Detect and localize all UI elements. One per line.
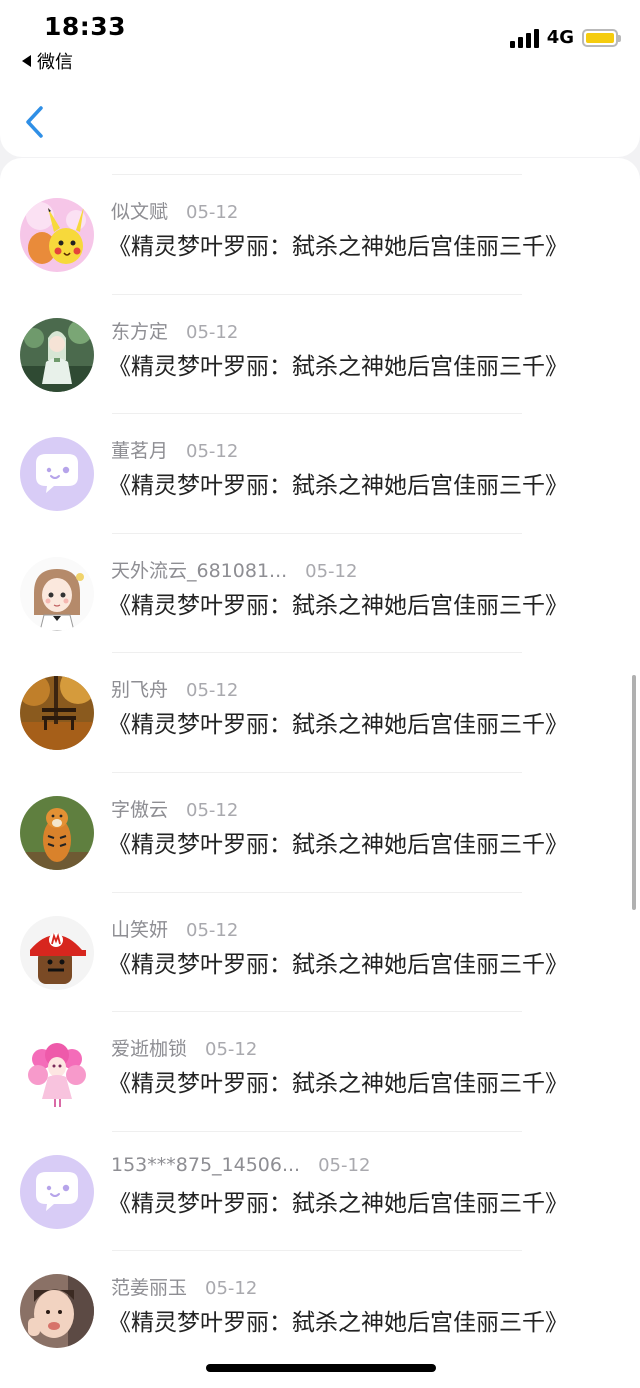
top-bar: 18:33 微信 4G: [0, 0, 640, 157]
avatar[interactable]: [20, 1154, 94, 1229]
user-name[interactable]: 董茗月 05-12: [111, 436, 238, 463]
list-item[interactable]: 范姜丽玉 05-12 《精灵梦叶罗丽：弑杀之神她后宫佳丽三千》: [0, 1250, 640, 1369]
avatar[interactable]: [20, 1274, 94, 1349]
list-item[interactable]: 爱逝枷锁 05-12 《精灵梦叶罗丽：弑杀之神她后宫佳丽三千》: [0, 1011, 640, 1130]
message-date: 05-12: [186, 680, 239, 702]
message-date: 05-12: [205, 1278, 258, 1300]
avatar[interactable]: [20, 796, 94, 870]
message-date: 05-12: [205, 1039, 258, 1061]
signal-icon: [509, 28, 539, 48]
list-item[interactable]: 天外流云_681081... 05-12 《精灵梦叶罗丽：弑杀之神她后宫佳丽三千》: [0, 533, 640, 652]
screen: 18:33 微信 4G 似文赋 05-12 《精灵梦叶罗丽：弑杀之神她后宫佳丽三千》…: [0, 0, 640, 1388]
user-name[interactable]: 东方定 05-12: [111, 317, 238, 344]
home-indicator[interactable]: [206, 1364, 436, 1372]
message-date: 05-12: [186, 800, 239, 821]
user-name[interactable]: 天外流云_681081... 05-12: [111, 556, 357, 583]
message-text: 《精灵梦叶罗丽：弑杀之神她后宫佳丽三千》: [108, 832, 568, 858]
list-item[interactable]: 别飞舟 05-12 《精灵梦叶罗丽：弑杀之神她后宫佳丽三千》: [0, 652, 640, 771]
message-date: 05-12: [186, 202, 239, 223]
list-item[interactable]: 153***875_14506... 05-12 《精灵梦叶罗丽：弑杀之神她后宫佳丽…: [0, 1131, 640, 1250]
status-indicators: 4G: [509, 27, 621, 48]
message-text: 《精灵梦叶罗丽：弑杀之神她后宫佳丽三千》: [108, 951, 568, 978]
message-text: 《精灵梦叶罗丽：弑杀之神她后宫佳丽三千》: [108, 1071, 568, 1098]
avatar[interactable]: [20, 556, 94, 631]
avatar[interactable]: [20, 1035, 94, 1110]
message-text: 《精灵梦叶罗丽：弑杀之神她后宫佳丽三千》: [108, 1310, 568, 1337]
user-name[interactable]: 字傲云 05-12: [111, 795, 238, 822]
user-name-text: 153***875_14506...: [111, 1153, 301, 1176]
message-list[interactable]: 似文赋 05-12 《精灵梦叶罗丽：弑杀之神她后宫佳丽三千》 东方定 05-12 《精灵梦…: [0, 158, 640, 1388]
list-item[interactable]: 东方定 05-12 《精灵梦叶罗丽：弑杀之神她后宫佳丽三千》: [0, 294, 640, 413]
avatar[interactable]: [20, 676, 94, 751]
back-app-label: 微信: [37, 52, 73, 73]
user-name[interactable]: 153***875_14506... 05-12: [111, 1154, 370, 1176]
message-text: 《精灵梦叶罗丽：弑杀之神她后宫佳丽三千》: [108, 234, 568, 260]
avatar[interactable]: [20, 437, 94, 512]
list-item[interactable]: 字傲云 05-12 《精灵梦叶罗丽：弑杀之神她后宫佳丽三千》: [0, 772, 640, 891]
list-item[interactable]: 似文赋 05-12 《精灵梦叶罗丽：弑杀之神她后宫佳丽三千》: [0, 174, 640, 293]
message-text: 《精灵梦叶罗丽：弑杀之神她后宫佳丽三千》: [108, 353, 568, 380]
user-name-text: 东方定: [111, 320, 169, 343]
user-name[interactable]: 别飞舟 05-12: [111, 675, 238, 702]
user-name-text: 董茗月: [111, 440, 169, 463]
network-type: 4G: [546, 27, 574, 48]
message-date: 05-12: [305, 560, 358, 582]
message-date: 05-12: [318, 1154, 371, 1176]
scrollbar[interactable]: [632, 675, 636, 910]
message-text: 《精灵梦叶罗丽：弑杀之神她后宫佳丽三千》: [108, 592, 568, 619]
message-date: 05-12: [186, 321, 239, 343]
user-name-text: 似文赋: [111, 201, 169, 223]
battery-icon: [582, 28, 621, 47]
back-to-app-button[interactable]: 微信: [22, 48, 73, 74]
message-date: 05-12: [186, 441, 239, 463]
avatar[interactable]: [20, 198, 94, 272]
list-item[interactable]: 山笑妍 05-12 《精灵梦叶罗丽：弑杀之神她后宫佳丽三千》: [0, 892, 640, 1011]
user-name[interactable]: 似文赋 05-12: [111, 197, 238, 224]
user-name[interactable]: 爱逝枷锁 05-12: [111, 1034, 257, 1061]
user-name[interactable]: 山笑妍 05-12: [111, 915, 238, 942]
chevron-left-icon[interactable]: [22, 104, 48, 140]
message-text: 《精灵梦叶罗丽：弑杀之神她后宫佳丽三千》: [108, 712, 568, 739]
avatar[interactable]: [20, 317, 94, 392]
user-name-text: 范姜丽玉: [111, 1277, 188, 1300]
status-time: 18:33: [44, 12, 127, 41]
message-text: 《精灵梦叶罗丽：弑杀之神她后宫佳丽三千》: [108, 473, 568, 500]
user-name-text: 字傲云: [111, 799, 169, 821]
user-name[interactable]: 范姜丽玉 05-12: [111, 1273, 257, 1300]
message-date: 05-12: [186, 919, 239, 941]
message-text: 《精灵梦叶罗丽：弑杀之神她后宫佳丽三千》: [108, 1190, 568, 1217]
user-name-text: 天外流云_681081...: [111, 559, 288, 582]
list-item[interactable]: 董茗月 05-12 《精灵梦叶罗丽：弑杀之神她后宫佳丽三千》: [0, 413, 640, 532]
user-name-text: 爱逝枷锁: [111, 1038, 188, 1061]
avatar[interactable]: [20, 915, 94, 990]
back-triangle-icon: [22, 55, 31, 67]
user-name-text: 山笑妍: [111, 918, 169, 941]
user-name-text: 别飞舟: [111, 679, 169, 702]
